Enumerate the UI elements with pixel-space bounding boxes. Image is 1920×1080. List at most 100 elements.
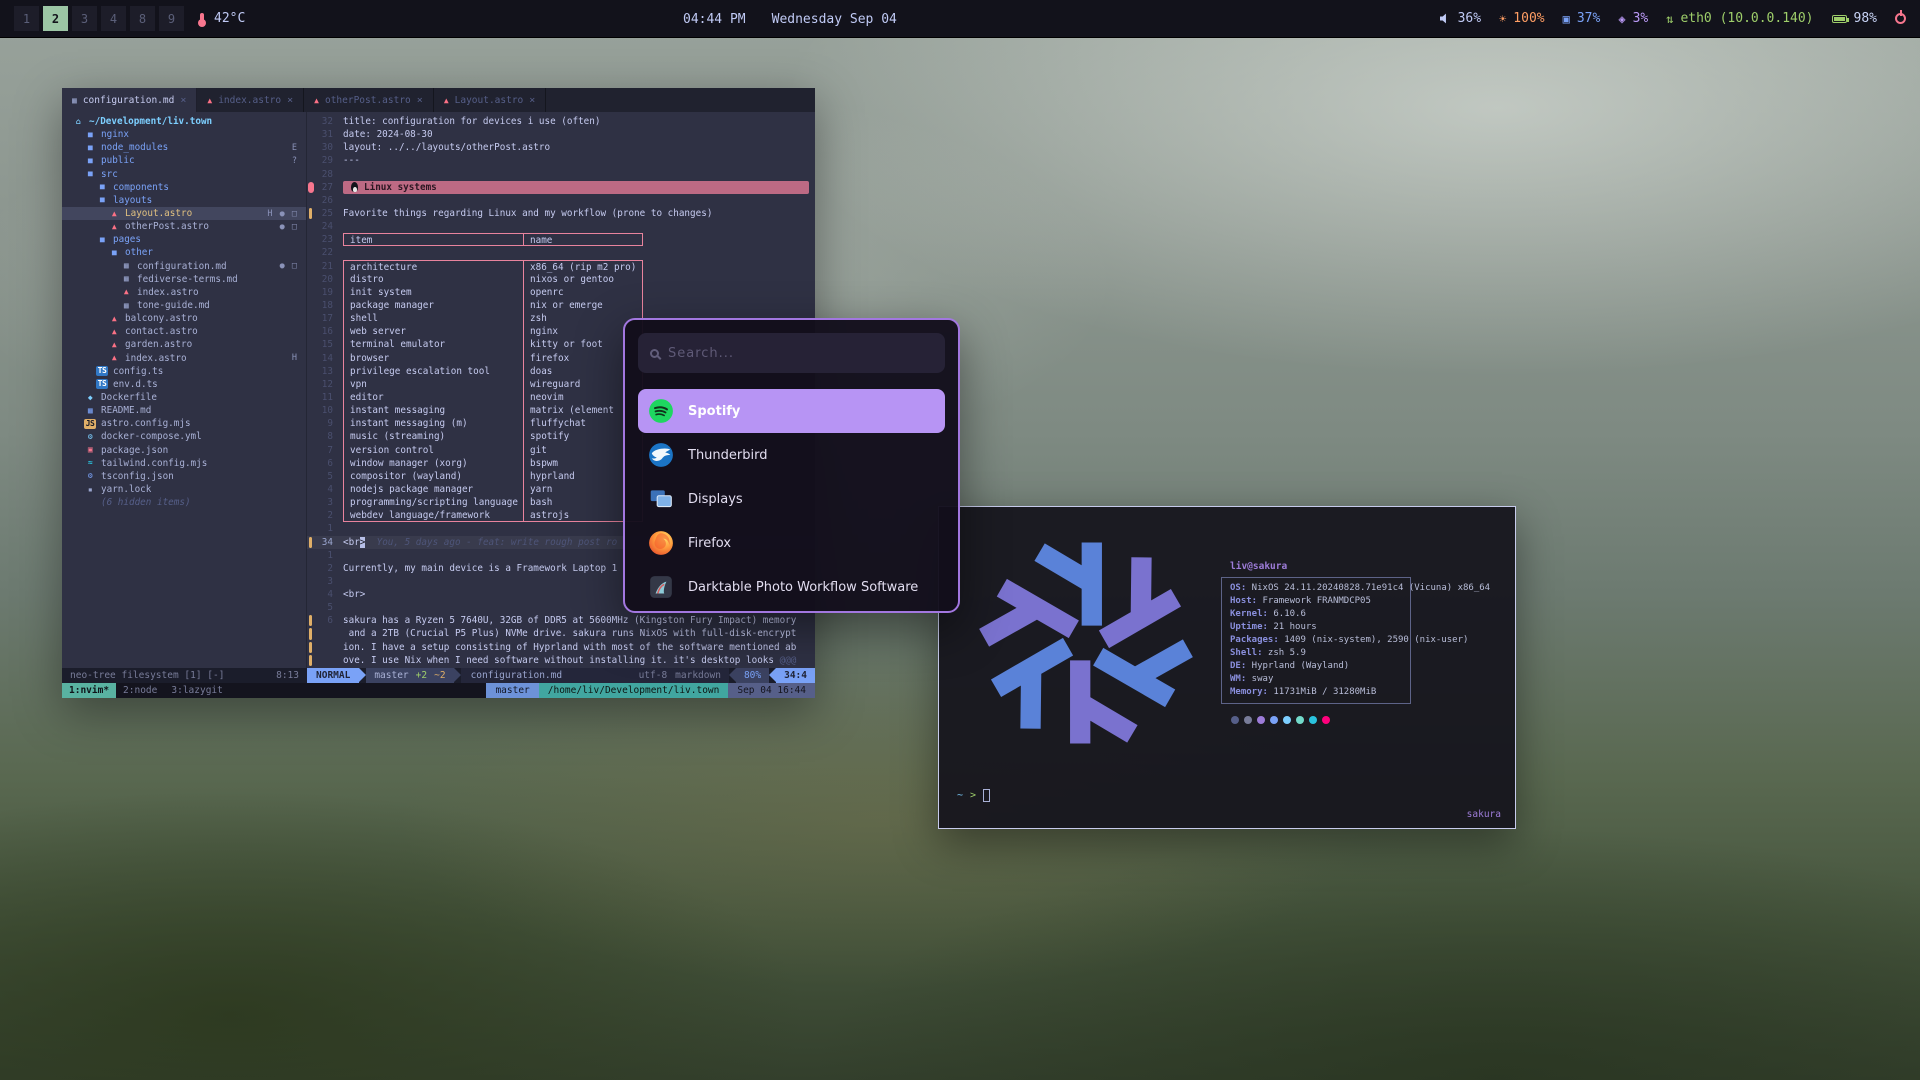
thermometer-icon bbox=[200, 13, 204, 25]
file-tree-item[interactable]: ▲ otherPost.astro ● □ bbox=[62, 220, 306, 233]
system-info-line: DE: Hyprland (Wayland) bbox=[1230, 660, 1402, 673]
search-input[interactable] bbox=[668, 346, 933, 361]
shell-prompt[interactable]: ~ > bbox=[951, 789, 1503, 802]
tab-close-icon[interactable]: × bbox=[180, 95, 186, 106]
markdown-table-row: 20 distro nixos or gentoo bbox=[307, 273, 815, 286]
brightness-value: 100% bbox=[1513, 11, 1544, 26]
tmux-window-tab[interactable]: 1:nvim* bbox=[62, 683, 116, 698]
file-tree-item[interactable]: JS astro.config.mjs bbox=[62, 417, 306, 430]
thunderbird-icon bbox=[648, 442, 674, 468]
filetype-icon: ▲ bbox=[207, 96, 212, 105]
cpu-icon: ▣ bbox=[1563, 13, 1570, 25]
editor-tab[interactable]: ▲ otherPost.astro × bbox=[304, 88, 434, 112]
line-number: 5 bbox=[307, 470, 343, 483]
table-cell-item: distro bbox=[343, 273, 523, 286]
cpu-module: ▣ 37% bbox=[1563, 11, 1601, 26]
file-tree-item[interactable]: ▲ contact.astro bbox=[62, 325, 306, 338]
file-tree-item[interactable]: ▲ balcony.astro bbox=[62, 312, 306, 325]
powerline-separator bbox=[729, 668, 736, 682]
git-status-badge: ? bbox=[292, 156, 306, 166]
file-tree-item[interactable]: ■ nginx bbox=[62, 128, 306, 141]
file-tree-item[interactable]: ■ src bbox=[62, 168, 306, 181]
file-tree-item[interactable]: ▪ yarn.lock bbox=[62, 483, 306, 496]
editor-tab[interactable]: ▦ configuration.md × bbox=[62, 88, 197, 112]
table-cell-item: browser bbox=[343, 352, 523, 365]
line-number: 17 bbox=[307, 312, 343, 325]
file-tree-item[interactable]: ■ node_modules E bbox=[62, 141, 306, 154]
powerline-separator bbox=[769, 668, 776, 682]
file-tree-item[interactable]: ▦ fediverse-terms.md bbox=[62, 273, 306, 286]
file-tree-item[interactable]: ■ public ? bbox=[62, 154, 306, 167]
workspace-button[interactable]: 3 bbox=[72, 6, 97, 31]
workspace-button[interactable]: 1 bbox=[14, 6, 39, 31]
file-tree-item[interactable]: TS env.d.ts bbox=[62, 378, 306, 391]
workspace-button[interactable]: 2 bbox=[43, 6, 68, 31]
battery-module[interactable]: 98% bbox=[1832, 11, 1877, 26]
file-tree-item[interactable]: ▦ tone-guide.md bbox=[62, 299, 306, 312]
file-tree-item[interactable]: ▲ garden.astro bbox=[62, 338, 306, 351]
launcher-item-thunderbird[interactable]: Thunderbird bbox=[638, 433, 945, 477]
file-tree-item[interactable]: ◆ Dockerfile bbox=[62, 391, 306, 404]
launcher-item-spotify[interactable]: Spotify bbox=[638, 389, 945, 433]
file-name: config.ts bbox=[113, 366, 163, 377]
brightness-module[interactable]: ☀ 100% bbox=[1499, 11, 1545, 26]
battery-value: 98% bbox=[1854, 11, 1877, 26]
editor-line: 29 --- bbox=[307, 154, 815, 167]
tab-close-icon[interactable]: × bbox=[417, 95, 423, 106]
markdown-table-row: 21 architecture x86_64 (rip m2 pro) bbox=[307, 260, 815, 273]
line-number: 12 bbox=[307, 378, 343, 391]
file-tree-item[interactable]: ≈ tailwind.config.mjs bbox=[62, 457, 306, 470]
system-info-line: WM: sway bbox=[1230, 673, 1402, 686]
line-number: 31 bbox=[307, 128, 343, 141]
file-name: tone-guide.md bbox=[137, 300, 210, 311]
volume-module[interactable]: 36% bbox=[1440, 11, 1481, 26]
markdown-table-row: 19 init system openrc bbox=[307, 286, 815, 299]
file-tree-item[interactable]: ■ components bbox=[62, 181, 306, 194]
launcher-item-displays[interactable]: Displays bbox=[638, 477, 945, 521]
network-module[interactable]: ⇅ eth0 (10.0.0.140) bbox=[1666, 11, 1813, 26]
launcher-search[interactable] bbox=[638, 333, 945, 373]
tab-close-icon[interactable]: × bbox=[529, 95, 535, 106]
table-cell-item: instant messaging bbox=[343, 404, 523, 417]
launcher-item-darktable[interactable]: Darktable Photo Workflow Software bbox=[638, 565, 945, 609]
tmux-window-tab[interactable]: 3:lazygit bbox=[164, 683, 229, 698]
tmux-window-tab[interactable]: 2:node bbox=[116, 683, 164, 698]
table-cell-name: nixos or gentoo bbox=[523, 273, 643, 286]
file-tree-item[interactable]: ▲ index.astro H bbox=[62, 352, 306, 365]
editor-line: 26 bbox=[307, 194, 815, 207]
file-tree-item[interactable]: ⚙ tsconfig.json bbox=[62, 470, 306, 483]
file-tree-item[interactable]: ▦ configuration.md ● □ bbox=[62, 260, 306, 273]
file-tree-item[interactable]: ⌂ ~/Development/liv.town bbox=[62, 115, 306, 128]
line-number: 19 bbox=[307, 286, 343, 299]
file-tree-item[interactable]: ▲ Layout.astro H ● □ bbox=[62, 207, 306, 220]
editor-line: 22 bbox=[307, 246, 815, 259]
file-tree-item[interactable]: ■ other bbox=[62, 246, 306, 259]
line-number: 28 bbox=[307, 168, 343, 181]
markdown-table-row: 18 package manager nix or emerge bbox=[307, 299, 815, 312]
file-tree-item[interactable]: ▲ index.astro bbox=[62, 286, 306, 299]
file-tree-item[interactable]: (6 hidden items) bbox=[62, 496, 306, 509]
file-tree-item[interactable]: ■ layouts bbox=[62, 194, 306, 207]
editor-tab[interactable]: ▲ Layout.astro × bbox=[434, 88, 547, 112]
table-cell-item: nodejs package manager bbox=[343, 483, 523, 496]
file-name: Dockerfile bbox=[101, 392, 157, 403]
tab-close-icon[interactable]: × bbox=[287, 95, 293, 106]
workspace-button[interactable]: 9 bbox=[159, 6, 184, 31]
filetype-icon: ▦ bbox=[72, 96, 77, 105]
line-number: 14 bbox=[307, 352, 343, 365]
gpu-icon: ◈ bbox=[1618, 13, 1625, 25]
file-tree-item[interactable]: TS config.ts bbox=[62, 365, 306, 378]
file-icon: ▦ bbox=[120, 261, 132, 271]
launcher-item-firefox[interactable]: Firefox bbox=[638, 521, 945, 565]
power-button[interactable] bbox=[1895, 13, 1906, 24]
workspace-button[interactable]: 8 bbox=[130, 6, 155, 31]
file-icon: ⌂ bbox=[72, 117, 84, 127]
file-tree-item[interactable]: ▣ package.json bbox=[62, 444, 306, 457]
file-tree-item[interactable]: ■ pages bbox=[62, 233, 306, 246]
file-tree-item[interactable]: ⚙ docker-compose.yml bbox=[62, 430, 306, 443]
hostname-label: sakura bbox=[1467, 809, 1501, 820]
editor-tab[interactable]: ▲ index.astro × bbox=[197, 88, 304, 112]
statusline: neo-tree filesystem [1] [-] 8:13 NORMAL … bbox=[62, 668, 815, 683]
file-tree-item[interactable]: ▦ README.md bbox=[62, 404, 306, 417]
workspace-button[interactable]: 4 bbox=[101, 6, 126, 31]
